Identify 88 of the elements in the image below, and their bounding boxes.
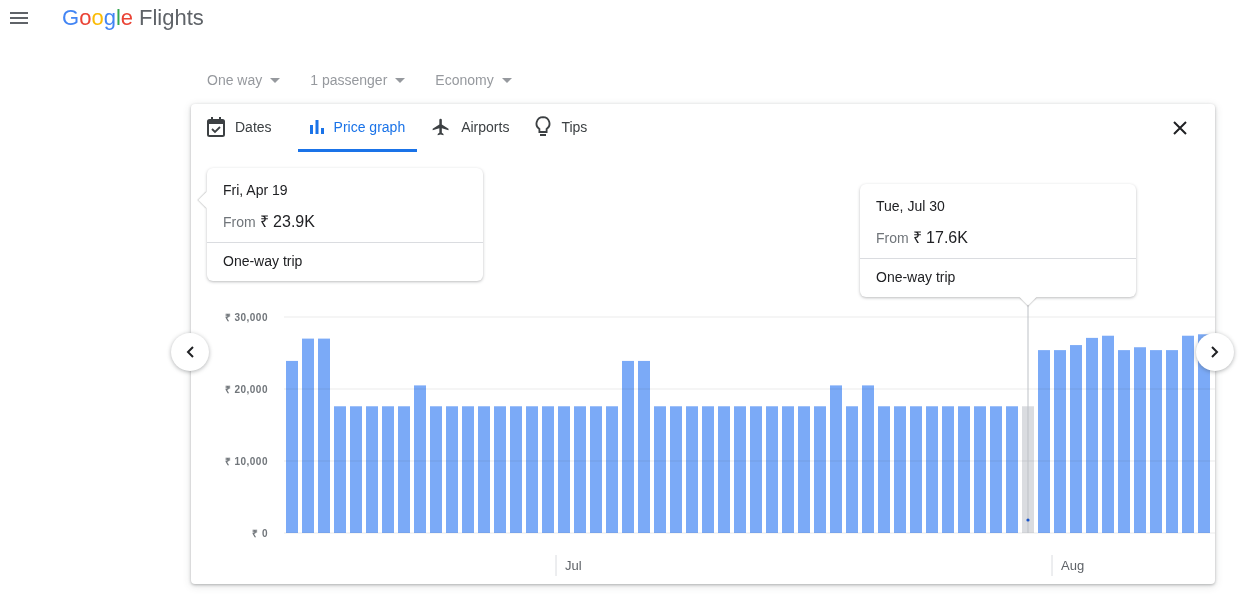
- tooltip-price: ₹ 23.9K: [259, 212, 315, 232]
- price-bar[interactable]: [686, 406, 698, 533]
- price-bar[interactable]: [862, 385, 874, 533]
- axis-label: ₹ 10,000: [224, 456, 268, 467]
- bar-chart-icon: [309, 119, 324, 134]
- airplane-icon: [431, 116, 452, 137]
- price-bar[interactable]: [702, 406, 714, 533]
- tab[interactable]: Airports: [431, 104, 522, 152]
- price-bar[interactable]: [1038, 350, 1050, 533]
- price-bar[interactable]: [350, 406, 362, 533]
- price-bar[interactable]: [1102, 335, 1114, 533]
- price-bar[interactable]: [958, 406, 970, 533]
- price-bar[interactable]: [302, 338, 314, 533]
- price-bar[interactable]: [1070, 345, 1082, 533]
- price-bar[interactable]: [494, 406, 506, 533]
- axis-label: ₹ 30,000: [224, 312, 268, 323]
- menu-icon[interactable]: [10, 12, 28, 24]
- from-label: From: [223, 214, 256, 230]
- caret-icon: [270, 77, 281, 83]
- from-label: From: [876, 230, 909, 246]
- next-button[interactable]: [1196, 333, 1234, 371]
- price-bar[interactable]: [1006, 406, 1018, 533]
- price-bar[interactable]: [334, 406, 346, 533]
- trip-type: One-way trip: [222, 252, 304, 271]
- price-bar[interactable]: [1086, 337, 1098, 533]
- price-bar[interactable]: [638, 360, 650, 533]
- trip-type: One-way trip: [875, 268, 957, 287]
- tab[interactable]: Price graph: [297, 104, 418, 152]
- caret-icon: [395, 77, 406, 83]
- previous-button[interactable]: [171, 333, 209, 371]
- price-bar[interactable]: [526, 406, 538, 533]
- price-bar[interactable]: [382, 406, 394, 533]
- tab[interactable]: Dates: [207, 104, 284, 152]
- price-bar[interactable]: [990, 406, 1002, 533]
- price-bar[interactable]: [974, 406, 986, 533]
- tooltip-price: ₹ 17.6K: [912, 228, 968, 248]
- price-bar[interactable]: [942, 406, 954, 533]
- price-bar[interactable]: [734, 406, 746, 533]
- price-bar[interactable]: [622, 360, 634, 533]
- axis-label: ₹ 20,000: [224, 384, 268, 395]
- price-bar[interactable]: [1166, 350, 1178, 533]
- price-bar[interactable]: [590, 406, 602, 533]
- price-bar[interactable]: [478, 406, 490, 533]
- price-bar[interactable]: [670, 406, 682, 533]
- price-bar[interactable]: [654, 406, 666, 533]
- price-bar[interactable]: [430, 406, 442, 533]
- price-bar[interactable]: [542, 406, 554, 533]
- price-bar[interactable]: [782, 406, 794, 533]
- price-bar[interactable]: [1134, 347, 1146, 533]
- price-bar[interactable]: [878, 406, 890, 533]
- lightbulb-icon: [535, 116, 552, 137]
- price-bar[interactable]: [766, 406, 778, 533]
- chevron-left-icon: [186, 346, 194, 358]
- price-bar[interactable]: [926, 406, 938, 533]
- price-bar[interactable]: [318, 338, 330, 533]
- axis-label: ₹ 0: [252, 528, 268, 539]
- price-bar[interactable]: [462, 406, 474, 533]
- price-bar[interactable]: [606, 406, 618, 533]
- price-bar[interactable]: [894, 406, 906, 533]
- axis-label: Jul: [565, 558, 582, 573]
- price-bar[interactable]: [718, 406, 730, 533]
- price-bar[interactable]: [446, 406, 458, 533]
- price-bar[interactable]: [846, 406, 858, 533]
- price-bar[interactable]: [398, 406, 410, 533]
- tooltip-date: Tue, Jul 30: [876, 198, 946, 214]
- caret-icon: [501, 77, 512, 83]
- price-bar[interactable]: [910, 406, 922, 533]
- tooltip-date: Fri, Apr 19: [223, 182, 289, 198]
- selection-dot: [1026, 518, 1030, 522]
- price-bar[interactable]: [366, 406, 378, 533]
- axis-label: Aug: [1061, 558, 1085, 573]
- price-bar[interactable]: [558, 406, 570, 533]
- close-icon[interactable]: [1173, 121, 1187, 135]
- price-bar[interactable]: [814, 406, 826, 533]
- calendar-icon: [207, 116, 225, 137]
- price-bar[interactable]: [510, 406, 522, 533]
- price-bar[interactable]: [750, 406, 762, 533]
- price-bar[interactable]: [798, 406, 810, 533]
- price-bar[interactable]: [830, 385, 842, 533]
- chevron-right-icon: [1211, 346, 1219, 358]
- price-bar[interactable]: [1150, 350, 1162, 533]
- price-bar[interactable]: [1054, 350, 1066, 533]
- logo[interactable]: Google Flights: [62, 5, 204, 31]
- tab[interactable]: Tips: [535, 104, 600, 152]
- price-bar[interactable]: [414, 385, 426, 533]
- price-bar[interactable]: [1118, 350, 1130, 533]
- price-bar[interactable]: [286, 360, 298, 533]
- price-bar[interactable]: [574, 406, 586, 533]
